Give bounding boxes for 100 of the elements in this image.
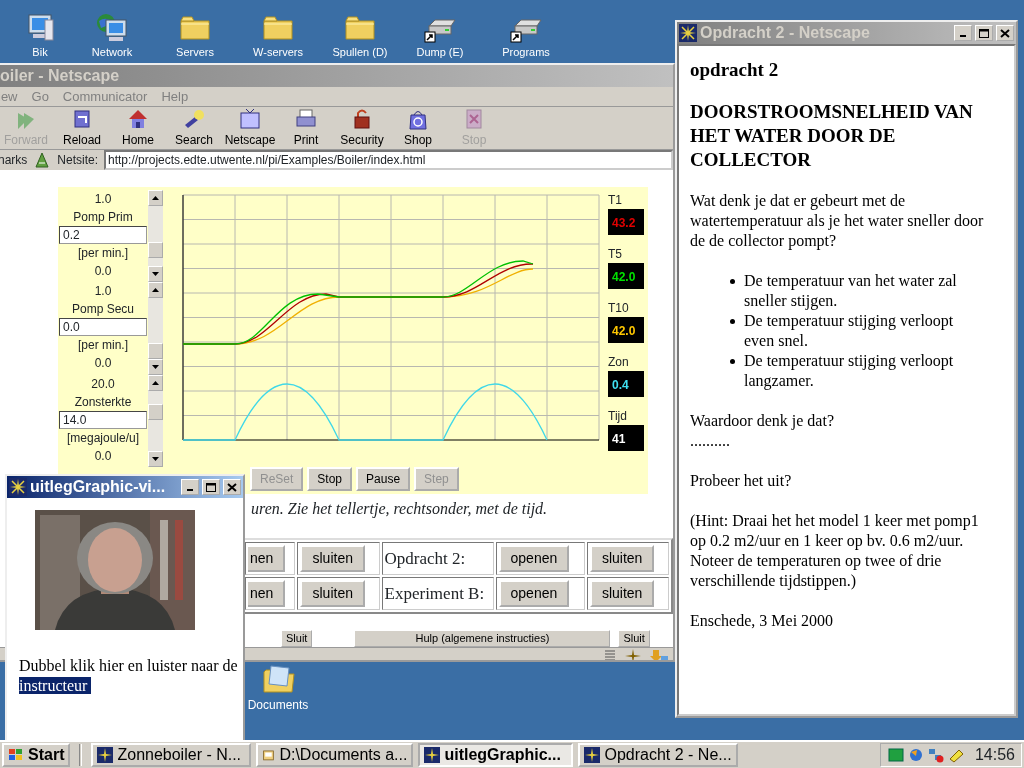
unit-label: [per min.] (78, 337, 128, 355)
icon-label[interactable]: Network (91, 46, 133, 58)
slider-label: Zonsterkte (74, 393, 132, 411)
list-item: De temperatuur stijging verloopt even snel. (744, 311, 955, 351)
paragraph: Enschede, 3 Mei 2000 (690, 611, 835, 631)
bullet-icon (730, 279, 735, 284)
toolbar-button[interactable]: Home (110, 107, 166, 149)
scroll-up-button[interactable] (148, 282, 163, 299)
network-error-icon[interactable] (926, 747, 945, 763)
address-field[interactable]: http://projects.edte.utwente.nl/pi/Examples/Boiler/index.html (104, 150, 673, 170)
simulation-button[interactable]: Pause (356, 467, 411, 491)
toolbar-button[interactable]: Netscape (222, 107, 278, 149)
text-line: .......... (690, 431, 731, 451)
toolbar-button[interactable]: Shop (390, 107, 446, 149)
down-arrow-icon (152, 272, 159, 277)
minimize-icon (187, 489, 193, 491)
action-button[interactable]: sluiten (589, 580, 655, 607)
page-button[interactable]: Hulp (algemene instructies) (354, 630, 611, 647)
action-button[interactable]: sluiten (300, 580, 365, 607)
value-field[interactable]: 0.2 (59, 226, 147, 244)
up-arrow-icon (152, 380, 159, 385)
window-title: uitlegGraphic-vi... (30, 477, 167, 497)
text-line: Waardoor denk je dat? (690, 411, 835, 431)
netscape-logo-icon (9, 478, 27, 496)
document-folder-icon[interactable] (261, 662, 295, 694)
min-value-label: 0.0 (94, 447, 112, 465)
paragraph: Probeer het uit? (690, 471, 793, 491)
toolbar-button[interactable]: Search (166, 107, 222, 149)
page-button[interactable]: Sluit (618, 630, 650, 647)
action-button[interactable]: sluiten (589, 545, 655, 572)
action-button[interactable]: openen (498, 545, 570, 572)
max-value-label: 1.0 (94, 283, 112, 301)
readout-value: 41 (612, 432, 626, 446)
close-icon (999, 27, 1011, 39)
icon-label[interactable]: Dump (E) (416, 46, 464, 58)
icon-label[interactable]: W-servers (253, 46, 303, 58)
taskbar-button[interactable]: D:\Documents a... (256, 743, 414, 767)
action-button[interactable]: openen (498, 580, 570, 607)
min-value-label: 0.0 (94, 355, 112, 373)
network-computer-icon[interactable] (95, 12, 129, 44)
readout-value: 43.2 (612, 216, 636, 230)
scroll-up-button[interactable] (148, 190, 163, 206)
slider-label: Pomp Secu (71, 301, 134, 319)
bullet-icon (730, 319, 735, 324)
max-value-label: 1.0 (94, 191, 112, 208)
clock: 14:56 (974, 745, 1015, 765)
taskbar-button[interactable]: uitlegGraphic... (418, 743, 574, 767)
slider-label: Pomp Prim (73, 209, 133, 226)
action-button[interactable]: nen (248, 545, 286, 572)
down-arrow-icon (152, 457, 159, 461)
close-icon (226, 481, 238, 493)
television-icon (238, 107, 262, 131)
minimize-icon (960, 35, 966, 37)
max-value-label: 20.0 (91, 375, 115, 393)
close-button[interactable] (223, 479, 241, 495)
start-button[interactable]: Start (2, 743, 71, 767)
assignment-label: Opdracht 2: (384, 548, 466, 568)
taskbar-button[interactable]: Zonneboiler - N... (91, 743, 252, 767)
paragraph: Wat denk je dat er gebeurt met de watertemperatuur als je het water sneller door de de collector pompt? (690, 191, 984, 251)
down-arrow-icon (152, 364, 159, 369)
icon-label[interactable]: Programs (502, 46, 550, 58)
value-field[interactable]: 0.0 (59, 318, 147, 337)
toolbar-button[interactable]: Security (334, 107, 390, 149)
maximize-button[interactable] (202, 479, 220, 495)
netscape-logo-icon (424, 747, 441, 763)
instruction-text: Dubbel klik hier en luister naar de instructeur (19, 656, 239, 696)
readout-value: 0.4 (612, 378, 629, 392)
slider-thumb[interactable] (148, 242, 163, 258)
list-item: De temperatuur van het water zal sneller stijgen. (744, 271, 958, 311)
slider-thumb[interactable] (148, 404, 163, 421)
toolbar-button[interactable]: Print (278, 107, 334, 149)
scroll-down-button[interactable] (148, 266, 163, 283)
assignment-label: Experiment B: (384, 583, 485, 603)
slider-thumb[interactable] (148, 343, 163, 360)
book-icon[interactable] (886, 747, 905, 763)
up-arrow-icon (152, 288, 159, 293)
instructeur-link[interactable]: instructeur (19, 677, 92, 694)
heading: DOORSTROOMSNELHEID VAN HET WATER DOOR DE COLLECTOR (690, 100, 974, 172)
windows-logo-icon (8, 748, 24, 762)
unit-label: [per min.] (78, 245, 128, 262)
readout-value: 42.0 (612, 270, 636, 284)
toolbar-button[interactable]: Reload (54, 107, 110, 149)
simulation-button[interactable]: Stop (307, 467, 353, 491)
icon-label[interactable]: Bik (32, 46, 48, 58)
readout-label: T10 (608, 300, 630, 317)
icon-label[interactable]: Servers (176, 46, 214, 58)
value-field[interactable]: 14.0 (59, 410, 147, 429)
window-title: oiler - Netscape (0, 66, 121, 86)
netscape-logo-icon (679, 24, 697, 42)
page-proxy-icon[interactable] (33, 151, 52, 169)
maximize-icon (978, 27, 990, 39)
icon-label[interactable]: Documents (247, 696, 309, 714)
action-button[interactable]: nen (248, 580, 286, 607)
icon-label[interactable]: Spullen (D) (332, 46, 388, 58)
action-button[interactable]: sluiten (300, 545, 365, 572)
minimize-button[interactable] (181, 479, 199, 495)
taskbar-button[interactable]: Opdracht 2 - Ne... (578, 743, 739, 767)
up-arrow-icon (152, 196, 159, 200)
readout-label: T1 (608, 192, 623, 209)
page-button[interactable]: Sluit (281, 630, 313, 647)
